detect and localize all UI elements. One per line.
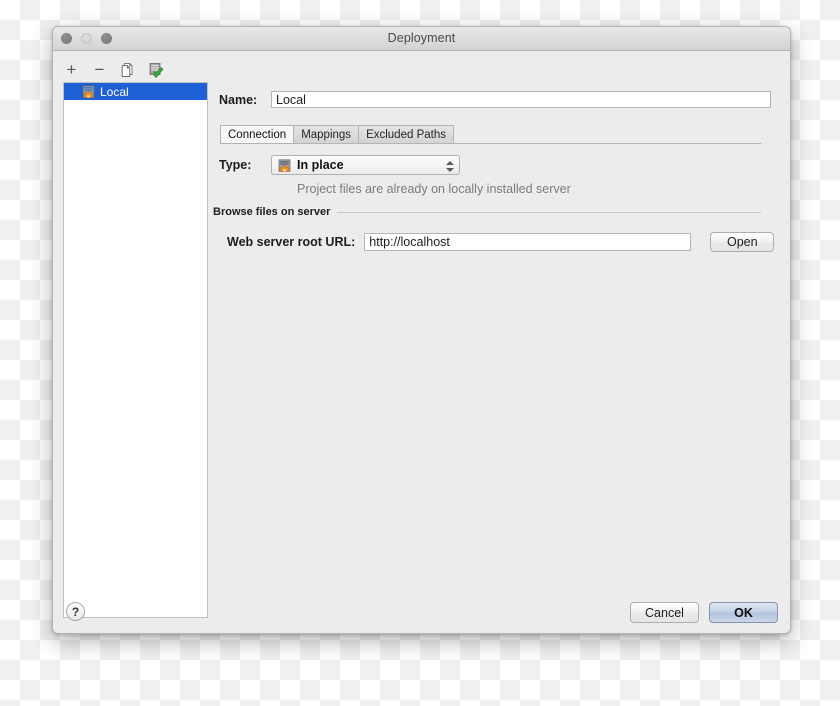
section-divider — [337, 211, 761, 213]
tab-excluded-paths-label: Excluded Paths — [366, 128, 446, 141]
tab-connection[interactable]: Connection — [220, 125, 295, 144]
url-input[interactable] — [364, 233, 692, 251]
chevron-updown-icon[interactable] — [445, 158, 454, 174]
window-titlebar[interactable]: Deployment — [53, 27, 790, 51]
open-button[interactable]: Open — [710, 232, 775, 252]
dialog-buttons: Cancel OK — [630, 602, 778, 623]
set-default-server-button[interactable] — [147, 62, 164, 79]
open-button-label: Open — [726, 235, 758, 249]
copy-pages-icon — [121, 63, 133, 77]
dialog-body: + − Local Name: Local Connection Mapping… — [53, 51, 790, 633]
list-item-label: Local — [100, 84, 129, 99]
url-label: Web server root URL: — [227, 235, 356, 249]
type-select-value: In place — [297, 158, 344, 172]
ok-button-label: OK — [734, 605, 753, 620]
tab-separator — [220, 143, 761, 144]
chevron-down-icon — [445, 167, 454, 172]
tab-connection-label: Connection — [228, 128, 287, 141]
url-field-row: Web server root URL: Open — [227, 232, 775, 252]
cancel-button-label: Cancel — [645, 605, 684, 620]
browse-section-header: Browse files on server — [213, 206, 761, 218]
tab-mappings[interactable]: Mappings — [294, 125, 360, 144]
copy-server-button[interactable] — [119, 62, 136, 79]
settings-pane: Name: Connection Mappings Excluded Paths… — [207, 51, 790, 633]
type-field-row: Type: In place — [213, 155, 460, 175]
ok-button[interactable]: OK — [709, 602, 778, 623]
browse-section-label: Browse files on server — [213, 206, 331, 218]
name-label: Name: — [219, 92, 258, 107]
question-mark-icon: ? — [71, 604, 80, 619]
server-home-icon — [278, 158, 291, 172]
plus-icon: + — [66, 60, 77, 79]
minus-icon: − — [94, 60, 105, 79]
tab-excluded-paths[interactable]: Excluded Paths — [359, 125, 454, 144]
settings-tabs: Connection Mappings Excluded Paths — [220, 125, 454, 144]
list-item[interactable]: Local — [64, 83, 207, 100]
server-list-panel[interactable]: Local — [63, 82, 208, 618]
name-input[interactable] — [271, 91, 771, 108]
tab-mappings-label: Mappings — [301, 128, 352, 141]
name-field-row: Name: — [219, 91, 771, 108]
type-hint-text: Project files are already on locally ins… — [297, 182, 571, 196]
help-button[interactable]: ? — [66, 602, 85, 621]
server-home-icon — [82, 85, 95, 98]
server-list-toolbar: + − — [63, 60, 215, 80]
type-select[interactable]: In place — [271, 155, 460, 175]
chevron-up-icon — [445, 160, 454, 165]
window-title: Deployment — [387, 31, 456, 45]
cancel-button[interactable]: Cancel — [630, 602, 699, 623]
type-label: Type: — [219, 158, 252, 172]
remove-server-button[interactable]: − — [91, 60, 108, 79]
add-server-button[interactable]: + — [63, 60, 80, 79]
deployment-dialog-window: Deployment + − Local Name: Local Connect… — [52, 26, 791, 634]
server-check-icon — [149, 63, 163, 78]
